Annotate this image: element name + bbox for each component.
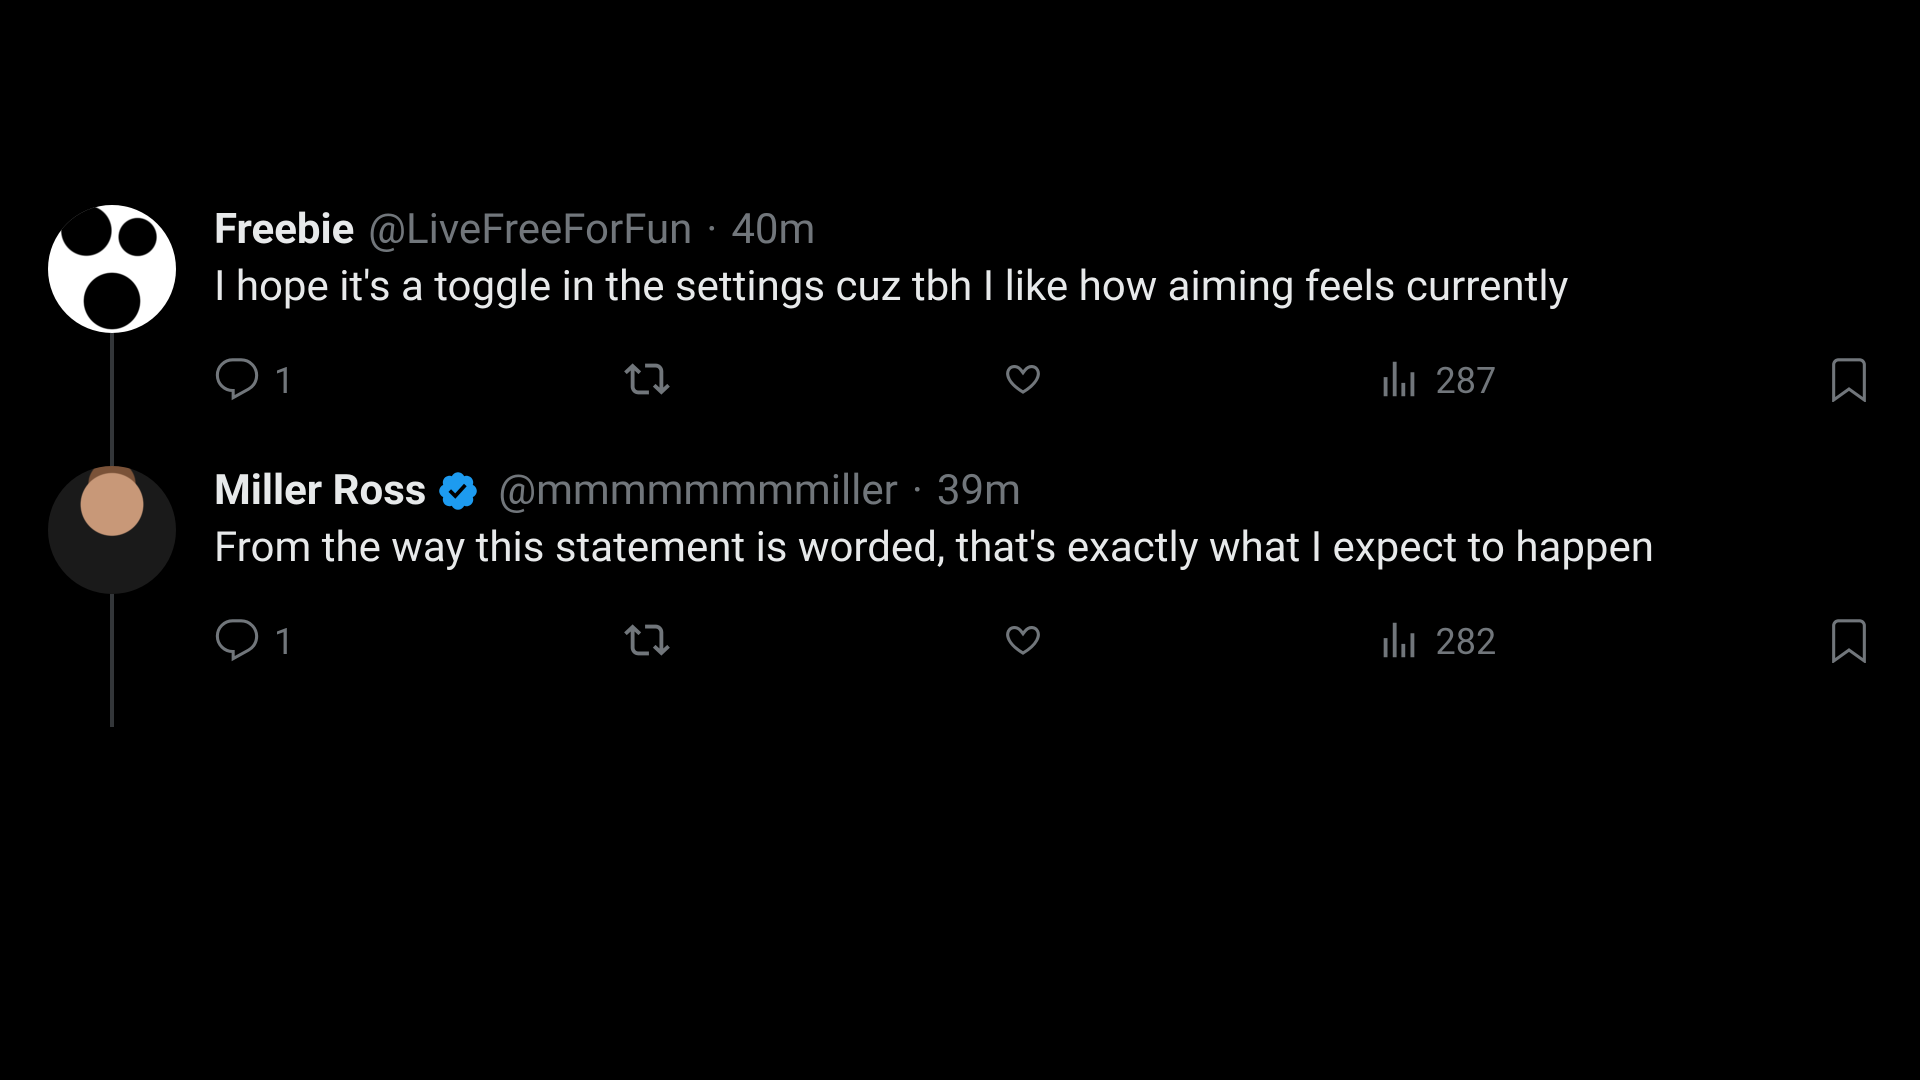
reply-button[interactable]: 1 [214,356,294,406]
timestamp[interactable]: 39m [937,466,1021,516]
like-icon [1000,617,1046,667]
reply-icon [214,356,260,406]
views-button[interactable]: 287 [1376,356,1497,406]
thread-line [110,594,114,727]
display-name[interactable]: Miller Ross [214,466,426,516]
separator: · [706,205,717,255]
verified-badge-icon [436,469,480,513]
retweet-icon [624,617,670,667]
retweet-button[interactable] [624,617,670,667]
tweet-text: From the way this statement is worded, t… [214,520,1878,577]
separator: · [912,466,923,516]
like-button[interactable] [1000,356,1046,406]
views-count: 287 [1436,360,1497,402]
retweet-icon [624,356,670,406]
tweet[interactable]: Freebie @LiveFreeForFun · 40m I hope it'… [0,205,1920,466]
tweet-content: Miller Ross @mmmmmmmmiller · 39m From th… [182,466,1878,727]
reply-icon [214,617,260,667]
bookmark-button[interactable] [1826,617,1872,667]
thread-line [110,333,114,466]
reply-button[interactable]: 1 [214,617,294,667]
reply-count: 1 [274,621,294,663]
user-handle[interactable]: @mmmmmmmmiller [498,466,898,516]
tweet-header: Miller Ross @mmmmmmmmiller · 39m [214,466,1878,516]
views-icon [1376,617,1422,667]
views-button[interactable]: 282 [1376,617,1497,667]
retweet-button[interactable] [624,356,670,406]
reply-count: 1 [274,360,294,402]
tweet-actions: 1 287 [214,356,1878,466]
avatar[interactable] [48,205,176,333]
timestamp[interactable]: 40m [731,205,815,255]
tweet-actions: 1 282 [214,617,1878,727]
bookmark-button[interactable] [1826,356,1872,406]
avatar[interactable] [48,466,176,594]
tweet-header: Freebie @LiveFreeForFun · 40m [214,205,1878,255]
avatar-column [42,205,182,466]
user-handle[interactable]: @LiveFreeForFun [368,205,692,255]
like-button[interactable] [1000,617,1046,667]
like-icon [1000,356,1046,406]
tweet-content: Freebie @LiveFreeForFun · 40m I hope it'… [182,205,1878,466]
display-name[interactable]: Freebie [214,205,354,255]
avatar-column [42,466,182,727]
views-count: 282 [1436,621,1497,663]
bookmark-icon [1826,617,1872,667]
tweet-feed: Freebie @LiveFreeForFun · 40m I hope it'… [0,0,1920,727]
tweet-text: I hope it's a toggle in the settings cuz… [214,259,1878,316]
tweet[interactable]: Miller Ross @mmmmmmmmiller · 39m From th… [0,466,1920,727]
bookmark-icon [1826,356,1872,406]
views-icon [1376,356,1422,406]
